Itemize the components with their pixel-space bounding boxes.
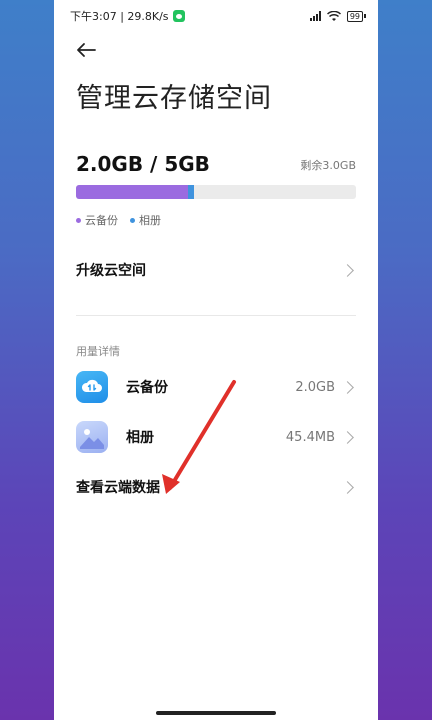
- cloud-backup-icon: [76, 371, 108, 403]
- detail-row-album[interactable]: 相册 45.4MB: [76, 417, 356, 457]
- chevron-right-icon: [341, 380, 354, 394]
- legend-item-backup: 云备份: [76, 212, 118, 228]
- battery-icon: 99: [346, 10, 366, 22]
- album-icon: [76, 421, 108, 453]
- usage-bar-album: [188, 185, 194, 199]
- cellular-signal-icon: [309, 11, 321, 21]
- view-cloud-data-row[interactable]: 查看云端数据: [76, 467, 356, 507]
- legend-label: 云备份: [85, 214, 118, 227]
- upgrade-label: 升级云空间: [76, 263, 146, 279]
- detail-label: 云备份: [126, 380, 168, 396]
- legend-label: 相册: [139, 214, 161, 227]
- detail-row-cloud-backup[interactable]: 云备份 2.0GB: [76, 367, 356, 407]
- page-title: 管理云存储空间: [76, 83, 272, 114]
- section-label-usage-details: 用量详情: [76, 345, 120, 358]
- wechat-icon: [172, 10, 185, 22]
- storage-remaining: 剩余3.0GB: [300, 159, 356, 172]
- detail-label: 相册: [126, 430, 154, 446]
- home-indicator[interactable]: [156, 711, 276, 715]
- legend-item-album: 相册: [130, 212, 161, 228]
- status-time-speed: 下午3:07 | 29.8K/s: [70, 10, 169, 23]
- usage-legend: 云备份 相册: [76, 212, 161, 228]
- divider: [76, 315, 356, 316]
- back-arrow-icon: [77, 43, 96, 57]
- usage-bar-backup: [76, 185, 188, 199]
- upgrade-cloud-space-row[interactable]: 升级云空间: [76, 250, 356, 290]
- detail-value: 45.4MB: [285, 429, 335, 445]
- detail-value: 2.0GB: [295, 379, 335, 395]
- chevron-right-icon: [341, 430, 354, 444]
- view-cloud-data-label: 查看云端数据: [76, 480, 160, 496]
- legend-dot-icon: [130, 217, 135, 223]
- legend-dot-icon: [76, 217, 81, 223]
- status-bar: 下午3:07 | 29.8K/s 99: [54, 0, 378, 32]
- chevron-right-icon: [341, 263, 354, 277]
- chevron-right-icon: [341, 480, 354, 494]
- wifi-icon: [326, 10, 341, 21]
- back-button[interactable]: [74, 38, 98, 62]
- battery-level: 99: [346, 10, 363, 22]
- storage-usage-bar: [76, 185, 356, 199]
- phone-screen: 下午3:07 | 29.8K/s 99 管理云存储空间 2.0GB / 5GB …: [54, 0, 378, 720]
- storage-usage: 2.0GB / 5GB: [76, 152, 210, 176]
